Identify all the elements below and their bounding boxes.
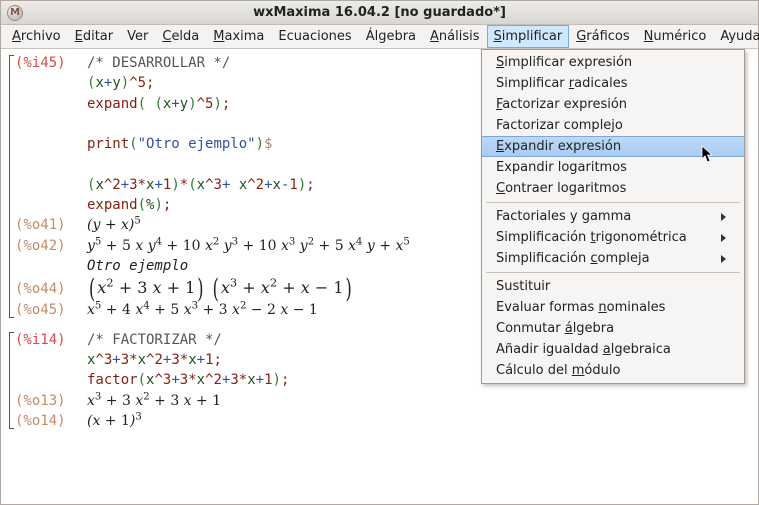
dd-simplificación-trigonométrica[interactable]: Simplificación trigonométrica [482, 227, 744, 248]
dd-factorizar-complejo[interactable]: Factorizar complejo [482, 115, 744, 136]
dd-contraer-logaritmos[interactable]: Contraer logaritmos [482, 178, 744, 199]
dd-simplificar-expresión[interactable]: Simplificar expresión [482, 52, 744, 73]
input-code[interactable]: (x+y)^5; [87, 73, 154, 93]
dd-item-label: Factorizar complejo [496, 118, 623, 133]
simplificar-dropdown[interactable]: Simplificar expresión Simplificar radical… [481, 49, 745, 384]
menu-celda[interactable]: Celda [155, 25, 206, 48]
output-label: (%o41) [15, 215, 87, 235]
menu-simplificar[interactable]: Simplificar [487, 25, 570, 48]
input-code[interactable]: x^3+3*x^2+3*x+1; [87, 350, 222, 370]
dd-item-label: Simplificar radicales [496, 76, 627, 91]
output-label: (%o44) [15, 279, 87, 299]
dd-expandir-expresión[interactable]: Expandir expresión [482, 136, 744, 157]
dd-item-label: Simplificación trigonométrica [496, 230, 687, 245]
output-label: (%o45) [15, 300, 87, 320]
menu-gráficos[interactable]: Gráficos [569, 25, 636, 48]
content-area: (%i45)/* DESARROLLAR */(x+y)^5;expand( (… [1, 49, 758, 504]
submenu-arrow-icon [721, 255, 726, 263]
input-code[interactable]: /* DESARROLLAR */ [87, 53, 230, 73]
dropdown-separator [486, 202, 740, 203]
input-code[interactable]: /* FACTORIZAR */ [87, 330, 222, 350]
submenu-arrow-icon [721, 213, 726, 221]
input-code[interactable]: expand( (x+y)^5); [87, 94, 230, 114]
output-label: (%o42) [15, 236, 87, 256]
menu-álgebra[interactable]: Álgebra [359, 25, 423, 48]
app-icon-letter: M [10, 7, 20, 18]
submenu-arrow-icon [721, 234, 726, 242]
title-bar: M wxMaxima 16.04.2 [no guardado*] [1, 1, 758, 25]
dd-simplificar-radicales[interactable]: Simplificar radicales [482, 73, 744, 94]
input-code[interactable] [87, 154, 95, 174]
dd-item-label: Añadir igualdad algebraica [496, 342, 671, 357]
math-output: x3 + 3 x2 + 3 x + 1 [87, 391, 221, 411]
dd-evaluar-formas-nominales[interactable]: Evaluar formas nominales [482, 297, 744, 318]
input-code[interactable]: factor(x^3+3*x^2+3*x+1); [87, 370, 289, 390]
prompt-label: (%i14) [15, 330, 87, 350]
dd-sustituir[interactable]: Sustituir [482, 276, 744, 297]
math-output: (x2 + 3 x + 1) (x3 + x2 + x − 1) [87, 276, 354, 299]
output-label: (%o13) [15, 391, 87, 411]
print-output: Otro ejemplo [87, 256, 188, 276]
output-label: (%o14) [15, 411, 87, 431]
menu-numérico[interactable]: Numérico [637, 25, 714, 48]
math-output: y5 + 5 x y4 + 10 x2 y3 + 10 x3 y2 + 5 x4… [87, 236, 410, 256]
dd-expandir-logaritmos[interactable]: Expandir logaritmos [482, 157, 744, 178]
input-code[interactable]: expand(%); [87, 195, 171, 215]
input-code[interactable]: print("Otro ejemplo")$ [87, 134, 272, 154]
app-icon: M [7, 5, 23, 21]
cell-bracket[interactable] [7, 330, 15, 431]
menu-bar[interactable]: ArchivoEditarVerCeldaMaximaEcuacionesÁlg… [1, 25, 758, 49]
dd-factoriales-y-gamma[interactable]: Factoriales y gamma [482, 206, 744, 227]
app-window: M wxMaxima 16.04.2 [no guardado*] Archiv… [0, 0, 759, 505]
dd-item-label: Contraer logaritmos [496, 181, 626, 196]
dd-simplificación-compleja[interactable]: Simplificación compleja [482, 248, 744, 269]
dd-item-label: Simplificación compleja [496, 251, 650, 266]
dropdown-separator [486, 272, 740, 273]
dd-factorizar-expresión[interactable]: Factorizar expresión [482, 94, 744, 115]
input-code[interactable] [87, 114, 95, 134]
dd-item-label: Factoriales y gamma [496, 209, 631, 224]
menu-maxima[interactable]: Maxima [206, 25, 271, 48]
menu-editar[interactable]: Editar [68, 25, 121, 48]
math-output: (y + x)5 [87, 215, 141, 235]
menu-análisis[interactable]: Análisis [423, 25, 487, 48]
dd-item-label: Expandir logaritmos [496, 160, 627, 175]
input-code[interactable]: (x^2+3*x+1)*(x^3+ x^2+x-1); [87, 175, 315, 195]
dd-item-label: Expandir expresión [496, 139, 621, 154]
dd-item-label: Factorizar expresión [496, 97, 627, 112]
menu-ver[interactable]: Ver [120, 25, 155, 48]
menu-ecuaciones[interactable]: Ecuaciones [271, 25, 358, 48]
dd-conmutar-álgebra[interactable]: Conmutar álgebra [482, 318, 744, 339]
dd-item-label: Evaluar formas nominales [496, 300, 665, 315]
menu-archivo[interactable]: Archivo [5, 25, 68, 48]
cell-bracket[interactable] [7, 53, 15, 320]
prompt-label: (%i45) [15, 53, 87, 73]
dd-añadir-igualdad-algebraica[interactable]: Añadir igualdad algebraica [482, 339, 744, 360]
dd-item-label: Cálculo del módulo [496, 363, 620, 378]
math-output: (x + 1)3 [87, 411, 142, 431]
window-title: wxMaxima 16.04.2 [no guardado*] [29, 5, 730, 20]
dd-item-label: Simplificar expresión [496, 55, 632, 70]
menu-ayuda[interactable]: Ayuda [713, 25, 759, 48]
dd-item-label: Sustituir [496, 279, 550, 294]
dd-cálculo-del-módulo[interactable]: Cálculo del módulo [482, 360, 744, 381]
dd-item-label: Conmutar álgebra [496, 321, 614, 336]
